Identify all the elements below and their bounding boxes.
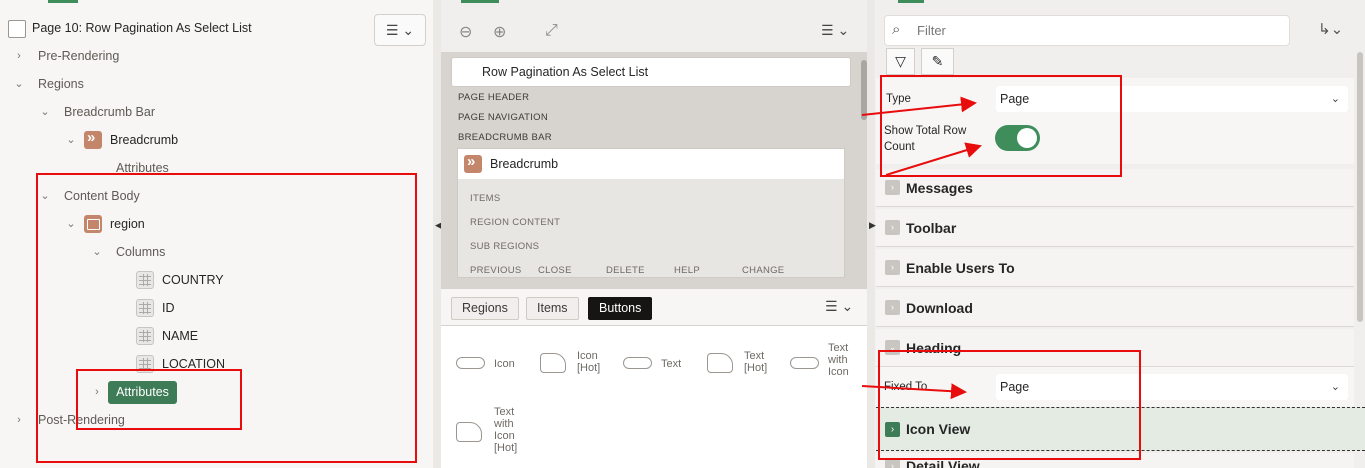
button-template-icon[interactable]	[623, 357, 652, 369]
annotation-box	[76, 369, 242, 430]
expand-icon: ›	[885, 260, 900, 275]
layout-position-label: PAGE NAVIGATION	[458, 112, 549, 123]
button-template-icon[interactable]	[456, 357, 485, 369]
layout-page-title[interactable]: Row Pagination As Select List	[451, 57, 851, 87]
button-template-icon[interactable]	[790, 357, 819, 369]
zoom-out-icon[interactable]: ⊖	[459, 22, 472, 42]
tree-pre-rendering[interactable]: Pre-Rendering	[38, 46, 119, 66]
expand-icon: ›	[885, 180, 900, 195]
pencil-icon[interactable]: ✎	[921, 48, 954, 75]
annotation-box	[880, 75, 1122, 177]
layout-position-label: PAGE HEADER	[458, 92, 530, 103]
layout-pane: ⊖ ⊕ ⤢ ☰ ⌄ Row Pagination As Select List …	[441, 0, 867, 468]
button-gallery: Icon Icon [Hot] Text Text [Hot] Text wit…	[441, 326, 867, 468]
filter-input[interactable]: Filter	[884, 15, 1290, 46]
chevron-down-icon[interactable]: ⌄	[40, 102, 50, 122]
layout-button-position: DELETE	[606, 265, 645, 276]
chevron-down-icon[interactable]: ⌄	[66, 130, 76, 150]
chevron-down-icon[interactable]: ⌄	[14, 74, 24, 94]
layout-breadcrumb-title[interactable]: Breadcrumb	[458, 149, 844, 179]
expand-icon: ›	[885, 300, 900, 315]
section-label: Enable Users To	[906, 260, 1015, 276]
page-title[interactable]: Page 10: Row Pagination As Select List	[32, 18, 252, 38]
pane-splitter[interactable]: ▶	[867, 0, 876, 468]
section-enable-users-to[interactable]: › Enable Users To	[876, 249, 1354, 287]
breadcrumb-region-icon	[84, 129, 102, 149]
menu-icon[interactable]: ☰ ⌄	[821, 22, 849, 39]
gallery-label[interactable]: Text	[661, 358, 681, 370]
layout-button-position: HELP	[674, 265, 701, 276]
chevron-down-icon: ⌄	[1330, 381, 1340, 393]
chevron-down-icon: ⌄	[1330, 93, 1340, 105]
tree-breadcrumb[interactable]: Breadcrumb	[110, 130, 178, 150]
search-icon: ⌕	[892, 21, 901, 38]
layout-button-position: PREVIOUS	[470, 265, 522, 276]
tab-items[interactable]: Items	[526, 297, 579, 320]
expand-icon: ›	[885, 220, 900, 235]
expand-icon[interactable]: ⤢	[545, 22, 558, 40]
property-scrollbar[interactable]	[1357, 52, 1363, 322]
menu-button[interactable]: ☰ ⌄	[374, 14, 426, 46]
tab-indicator	[48, 0, 78, 3]
hot-button-icon[interactable]	[456, 422, 482, 442]
filter-icon[interactable]: ▽	[886, 48, 915, 75]
tab-regions[interactable]: Regions	[451, 297, 519, 320]
tab-buttons[interactable]: Buttons	[588, 297, 653, 320]
gallery-label[interactable]: Text with Icon	[828, 342, 862, 378]
chevron-right-icon[interactable]: ›	[14, 410, 24, 430]
layout-position-label: BREADCRUMB BAR	[458, 132, 552, 143]
tree-breadcrumb-bar[interactable]: Breadcrumb Bar	[64, 102, 155, 122]
tab-indicator	[461, 0, 499, 3]
layout-sub-label: REGION CONTENT	[470, 217, 561, 228]
hot-button-icon[interactable]	[540, 353, 566, 373]
layout-sub-label: ITEMS	[470, 193, 501, 204]
collapse-right-icon[interactable]: ▶	[869, 220, 876, 231]
breadcrumb-region-icon	[464, 153, 482, 173]
layout-button-position: CHANGE	[742, 265, 785, 276]
section-label: Download	[906, 300, 973, 316]
annotation-box	[878, 350, 1141, 460]
layout-sub-label: SUB REGIONS	[470, 241, 540, 252]
layout-breadcrumb-region[interactable]: Breadcrumb ITEMS REGION CONTENT SUB REGI…	[457, 148, 845, 278]
menu-icon[interactable]: ☰ ⌄	[825, 298, 853, 315]
tab-indicator	[898, 0, 924, 3]
page-icon	[8, 20, 26, 38]
chevron-right-icon[interactable]: ›	[14, 46, 24, 66]
layout-button-position: CLOSE	[538, 265, 572, 276]
expand-icon: ›	[885, 459, 900, 468]
hot-button-icon[interactable]	[707, 353, 733, 373]
zoom-in-icon[interactable]: ⊕	[493, 22, 506, 42]
gallery-tabbar: Regions Items Buttons ☰ ⌄	[441, 288, 867, 326]
gallery-label[interactable]: Icon [Hot]	[577, 350, 617, 374]
gallery-label[interactable]: Icon	[494, 358, 515, 370]
section-label: Toolbar	[906, 220, 957, 236]
gallery-label[interactable]: Text with Icon [Hot]	[494, 406, 528, 454]
section-download[interactable]: › Download	[876, 289, 1354, 327]
tree-regions[interactable]: Regions	[38, 74, 84, 94]
gallery-label[interactable]: Text [Hot]	[744, 350, 784, 374]
section-toolbar[interactable]: › Toolbar	[876, 209, 1354, 247]
pane-splitter[interactable]: ◀	[433, 0, 442, 468]
go-to-group-icon[interactable]: ↳⌄	[1318, 20, 1343, 38]
